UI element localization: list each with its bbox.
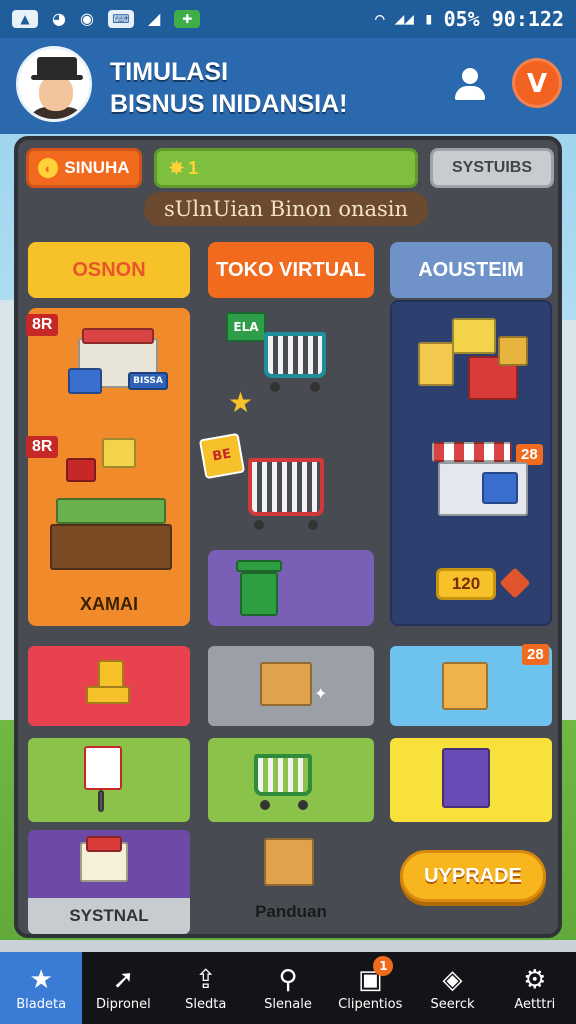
wifi-icon: ◠ — [375, 9, 385, 28]
tile-sign[interactable] — [28, 738, 190, 822]
nav-label: Sledta — [185, 996, 227, 1012]
cart-icon — [264, 332, 326, 378]
title-line-1: TIMULASI — [110, 58, 229, 86]
nav-item-search[interactable]: ◈ Seerck — [411, 952, 493, 1024]
nav-label: Dipronel — [96, 996, 151, 1012]
nav-label: Slenale — [264, 996, 312, 1012]
map-pin-icon: ⚲ — [278, 964, 298, 995]
nav-label: Bladeta — [16, 996, 67, 1012]
tab-oskon[interactable]: OSNON — [28, 242, 190, 298]
user-icon-body — [455, 86, 485, 100]
tile-chair[interactable] — [28, 646, 190, 726]
signal-bars-icon: ◢◢ — [394, 9, 414, 28]
status-bar: ▲ ◕ ◉ ⌨ ◢ ✚ ◠ ◢◢ ▮ 05% 90:122 — [0, 0, 576, 38]
simula-button[interactable]: ◐ SINUHA — [26, 148, 142, 188]
signal-icon: ◢ — [147, 9, 161, 28]
price-tag: 120 — [436, 568, 496, 600]
store-badge-top: 8R — [26, 314, 59, 336]
app-header: TIMULASI BISNUS INIDANSIA! V — [0, 38, 576, 134]
keyboard-icon: ⌨ — [107, 10, 134, 28]
tag-icon: BE — [198, 432, 246, 480]
store-building-icon: BISSA — [68, 328, 168, 398]
nav-item-share[interactable]: ⇪ Sledta — [165, 952, 247, 1024]
avatar-hat — [37, 57, 77, 77]
chair-icon — [86, 660, 130, 710]
cursor-icon: ➚ — [112, 964, 135, 995]
store-panel[interactable]: 8R BISSA 8R XAMAI — [26, 308, 190, 626]
cooler-icon — [80, 836, 132, 890]
tab-toko-virtual[interactable]: TOKO VIRTUAL — [208, 242, 374, 298]
store-caption: XAMAI — [80, 594, 138, 614]
user-icon-head — [462, 68, 478, 84]
tile-cart[interactable] — [208, 738, 374, 822]
shopping-cart-icon — [248, 458, 324, 516]
box-icon — [260, 662, 312, 706]
simula-icon: ◐ — [38, 158, 59, 178]
guide-label: Panduan — [255, 902, 327, 921]
status-right: ◠ ◢◢ ▮ 05% 90:122 — [375, 7, 564, 31]
boxes-stack-icon — [418, 312, 538, 412]
tile-register[interactable] — [390, 738, 552, 822]
battery-icon: ▮ — [423, 9, 434, 28]
banner-title: sUlnUian Binon onasin — [144, 192, 428, 226]
nav-item-home[interactable]: ★ Bladeta — [0, 952, 83, 1024]
upgrade-button[interactable]: UYPRADE — [400, 850, 546, 902]
tile-box[interactable]: ✦ — [208, 646, 374, 726]
nav-item-clients[interactable]: ▣ 1 Clipentios — [329, 952, 411, 1024]
nav-item-location[interactable]: ⚲ Slenale — [247, 952, 329, 1024]
notification-badge: 1 — [373, 956, 394, 976]
nav-label: Seerck — [430, 996, 475, 1012]
market-stall-icon — [46, 438, 176, 578]
cart-panel[interactable]: ELA ★ BE — [198, 308, 374, 548]
nav-label: Aetttri — [514, 996, 556, 1012]
trash-bin-icon — [236, 560, 282, 616]
nav-item-dipronel[interactable]: ➚ Dipronel — [82, 952, 164, 1024]
page-title: TIMULASI BISNUS INIDANSIA! — [110, 56, 348, 120]
cast-icon: ✚ — [174, 10, 201, 28]
star-icon: ✸ — [169, 157, 185, 178]
star-icon: ★ — [29, 964, 53, 995]
game-board: ◐ SINUHA ✸ 1 SYSTUIBS sUlnUian Binon ona… — [14, 136, 562, 938]
bottom-nav: ★ Bladeta ➚ Dipronel ⇪ Sledta ⚲ Slenale … — [0, 952, 576, 1024]
tab-account[interactable]: AOUSTEIM — [390, 242, 552, 298]
package-badge: 28 — [522, 644, 549, 665]
avatar[interactable] — [16, 46, 92, 122]
avatar-face — [39, 75, 73, 111]
sim-icon: ▲ — [12, 10, 38, 28]
billboard-icon — [84, 746, 122, 790]
avatar-hat-brim — [31, 75, 83, 80]
user-icon[interactable] — [450, 64, 490, 104]
v-button[interactable]: V — [512, 58, 562, 108]
nav-item-settings[interactable]: ⚙ Aetttri — [494, 952, 576, 1024]
shopfront-icon — [432, 442, 532, 522]
green-cart-icon — [254, 754, 312, 796]
systems-button[interactable]: SYSTUIBS — [430, 148, 554, 188]
sparkle-small-icon: ✦ — [314, 684, 328, 703]
status-text: 05% 90:122 — [443, 7, 564, 31]
bin-panel[interactable] — [208, 550, 374, 626]
gear-icon: ⚙ — [523, 964, 547, 995]
tile-package[interactable]: 28 — [390, 644, 552, 726]
progress-bar: ✸ 1 — [154, 148, 418, 188]
package-icon — [442, 662, 488, 710]
share-icon: ⇪ — [194, 964, 217, 995]
whatsapp-icon: ◉ — [79, 9, 94, 28]
nav-label: Clipentios — [338, 996, 403, 1012]
register-icon — [442, 748, 490, 808]
guide-box-icon — [264, 838, 314, 886]
compass-icon: ◈ — [442, 964, 463, 995]
system-label: SYSTNAL — [28, 898, 190, 934]
sparkle-icon: ★ — [228, 386, 254, 419]
title-line-2: BISNUS INIDANSIA! — [110, 90, 348, 118]
chrome-icon: ◕ — [52, 9, 66, 28]
progress-value: 1 — [188, 157, 199, 178]
simula-label: SINUHA — [64, 158, 130, 177]
